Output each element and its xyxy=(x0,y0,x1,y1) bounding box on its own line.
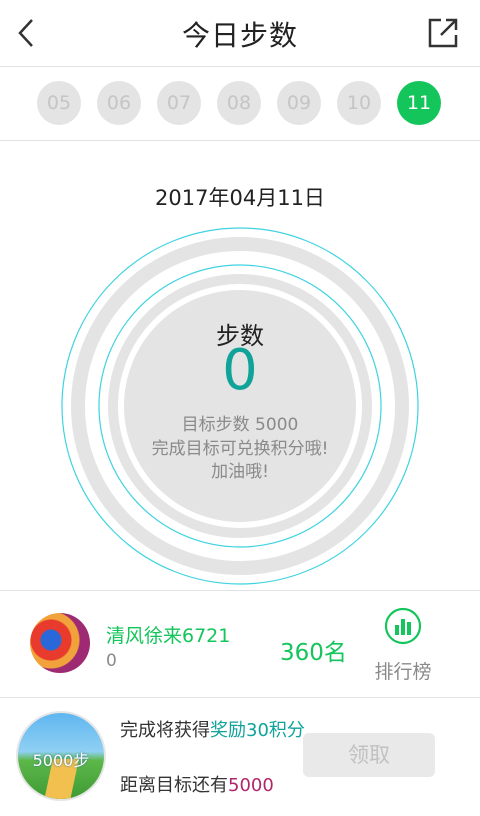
date-pill-09[interactable]: 09 xyxy=(277,81,321,125)
bar-chart-icon[interactable] xyxy=(384,607,422,645)
date-pill-11[interactable]: 11 xyxy=(397,81,441,125)
cheer-text: 加油哦! xyxy=(211,462,269,482)
date-pill-08[interactable]: 08 xyxy=(217,81,261,125)
step-ring: 步数 0 目标步数 5000 完成目标可兑换积分哦! 加油哦! xyxy=(60,226,420,586)
reward-text: 完成将获得奖励30积分 xyxy=(120,719,306,743)
date-pill-10[interactable]: 10 xyxy=(337,81,381,125)
remaining-prefix: 距离目标还有 xyxy=(120,775,228,796)
reward-prefix: 完成将获得 xyxy=(120,720,210,741)
date-pill-05[interactable]: 05 xyxy=(37,81,81,125)
date-selector: 05 06 07 08 09 10 11 xyxy=(0,67,480,141)
date-pill-06[interactable]: 06 xyxy=(97,81,141,125)
remaining-text: 距离目标还有5000 xyxy=(120,771,274,797)
avatar[interactable] xyxy=(30,613,90,673)
share-external-icon[interactable] xyxy=(426,16,460,50)
page-title: 今日步数 xyxy=(181,19,298,52)
reward-row: 5000步 完成将获得奖励30积分 距离目标还有5000 领取 xyxy=(0,697,480,816)
step-ring-content: 步数 0 目标步数 5000 完成目标可兑换积分哦! 加油哦! xyxy=(60,226,420,586)
user-rank: 360名 xyxy=(280,640,347,666)
current-date: 2017年04月11日 xyxy=(155,186,325,210)
reward-highlight: 奖励30积分 xyxy=(210,720,305,741)
step-badge: 5000步 xyxy=(16,711,106,801)
goal-text: 目标步数 5000 xyxy=(181,415,299,435)
claim-button[interactable]: 领取 xyxy=(303,733,435,777)
reward-hint-text: 完成目标可兑换积分哦! xyxy=(151,439,329,459)
remaining-value: 5000 xyxy=(228,775,274,796)
badge-text: 5000步 xyxy=(32,751,90,770)
user-steps: 0 xyxy=(106,651,117,671)
date-pill-07[interactable]: 07 xyxy=(157,81,201,125)
top-bar: 今日步数 xyxy=(0,0,480,67)
leaderboard-link[interactable]: 排行榜 xyxy=(368,657,438,684)
steps-value: 0 xyxy=(222,338,258,403)
user-name: 清风徐来6721 xyxy=(106,625,231,647)
user-ranking-row: 清风徐来6721 0 360名 排行榜 xyxy=(0,590,480,698)
